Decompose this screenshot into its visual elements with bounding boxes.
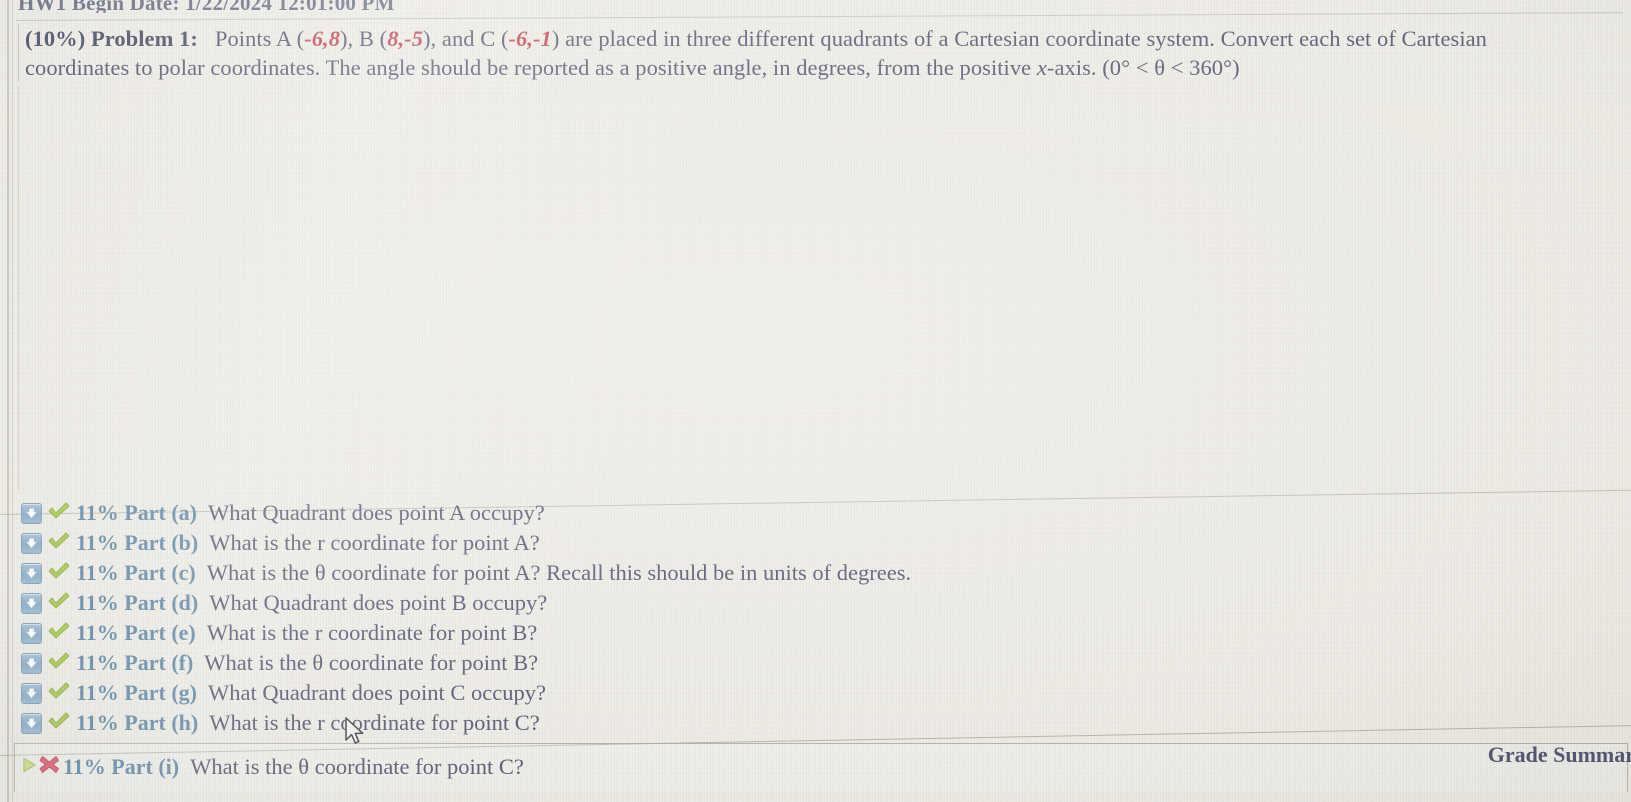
play-right-icon[interactable] [20,756,38,779]
check-icon [47,531,71,556]
problem-line-1-mid-1: ), B ( [340,26,388,51]
chevron-down-icon[interactable] [20,502,42,524]
check-icon [47,591,71,616]
part-row[interactable]: 11% Part (c) What is the θ coordinate fo… [18,558,1623,588]
part-question-text: What Quadrant does point C occupy? [207,680,546,705]
part-label: 11% Part (d) [76,590,199,615]
part-row[interactable]: 11% Part (h) What is the r coordinate fo… [18,708,1623,738]
part-question-text: What is the r coordinate for point A? [209,530,540,555]
problem-title: Problem 1: [90,26,198,51]
part-question-text: What Quadrant does point A occupy? [207,500,545,525]
grade-summary-heading: Grade Summar [1487,742,1631,767]
x-axis-variable: x [1036,55,1047,80]
part-question-text: What is the r coordinate for point B? [206,620,538,645]
status-badge [44,621,74,646]
point-a-coordinates: -6,8 [304,26,341,51]
chevron-down-icon[interactable] [20,592,42,614]
part-label-active: 11% Part (i) [63,754,180,779]
part-row-active[interactable]: 11% Part (i) What is the θ coordinate fo… [20,751,524,783]
status-badge [44,501,74,526]
expand-toggle[interactable] [18,502,44,524]
expand-toggle[interactable] [18,592,44,614]
part-label: 11% Part (b) [76,530,199,555]
status-badge-active [38,754,61,780]
parts-list: 11% Part (a) What Quadrant does point A … [18,498,1623,738]
status-badge [44,681,74,706]
part-question-text: What is the θ coordinate for point B? [204,650,539,675]
assignment-header-text: HW1 Begin Date: 1/22/2024 12:01:00 PM [18,0,395,13]
problem-line-1: (10%) Problem 1: Points A (-6,8), B (8,-… [25,24,1630,53]
expand-toggle[interactable] [18,532,44,554]
expand-toggle-active[interactable] [20,756,38,779]
check-icon [47,501,71,526]
problem-line-2-pre: coordinates to polar coordinates. The an… [25,55,1037,80]
check-icon [47,651,71,676]
assignment-header: HW1 Begin Date: 1/22/2024 12:01:00 PM [18,0,1618,13]
chevron-down-icon[interactable] [20,712,42,734]
part-label: 11% Part (a) [76,500,197,525]
part-label: 11% Part (g) [76,680,197,705]
close-icon [38,754,61,780]
expand-toggle[interactable] [18,622,44,644]
problem-line-1-post: ) are placed in three different quadrant… [551,26,1487,51]
part-label: 11% Part (e) [76,620,196,645]
chevron-down-icon[interactable] [20,562,42,584]
part-question-text: What is the r coordinate for point C? [209,710,540,735]
part-question-text-active: What is the θ coordinate for point C? [190,754,524,779]
point-c-coordinates: -6,-1 [508,26,552,51]
chevron-down-icon[interactable] [20,622,42,644]
part-row[interactable]: 11% Part (b) What is the r coordinate fo… [18,528,1623,558]
point-b-coordinates: 8,-5 [387,26,424,51]
part-label: 11% Part (h) [76,710,199,735]
part-question-text: What is the θ coordinate for point A? Re… [206,560,912,585]
check-icon [47,681,71,706]
expand-toggle[interactable] [18,682,44,704]
problem-line-2: coordinates to polar coordinates. The an… [25,53,1630,82]
part-label: 11% Part (f) [76,650,194,675]
screenshot-root: HW1 Begin Date: 1/22/2024 12:01:00 PM (1… [0,0,1631,802]
problem-body-area [18,86,1624,490]
chevron-down-icon[interactable] [20,532,42,554]
header-divider [15,12,1623,21]
part-row[interactable]: 11% Part (d) What Quadrant does point B … [18,588,1623,618]
status-badge [44,561,74,586]
problem-statement: (10%) Problem 1: Points A (-6,8), B (8,-… [18,24,1630,82]
part-row[interactable]: 11% Part (e) What is the r coordinate fo… [18,618,1623,648]
page-inner-border [12,0,13,802]
expand-toggle[interactable] [18,562,44,584]
problem-weight: (10%) [25,26,86,51]
status-badge [44,591,74,616]
part-question-text: What Quadrant does point B occupy? [209,590,548,615]
expand-toggle[interactable] [18,712,44,734]
check-icon [47,711,71,736]
chevron-down-icon[interactable] [20,652,42,674]
check-icon [47,561,71,586]
status-badge [44,651,74,676]
problem-line-1-mid-2: ), and C ( [423,26,509,51]
part-row[interactable]: 11% Part (a) What Quadrant does point A … [18,498,1623,528]
problem-line-2-post: -axis. (0° < θ < 360°) [1046,55,1240,80]
status-badge [44,531,74,556]
part-row[interactable]: 11% Part (f) What is the θ coordinate fo… [18,648,1623,678]
check-icon [47,621,71,646]
part-label: 11% Part (c) [76,560,196,585]
chevron-down-icon[interactable] [20,682,42,704]
status-badge [44,711,74,736]
page-left-border [7,0,9,802]
expand-toggle[interactable] [18,652,44,674]
part-row[interactable]: 11% Part (g) What Quadrant does point C … [18,678,1623,708]
problem-line-1-pre: Points A ( [214,26,305,51]
